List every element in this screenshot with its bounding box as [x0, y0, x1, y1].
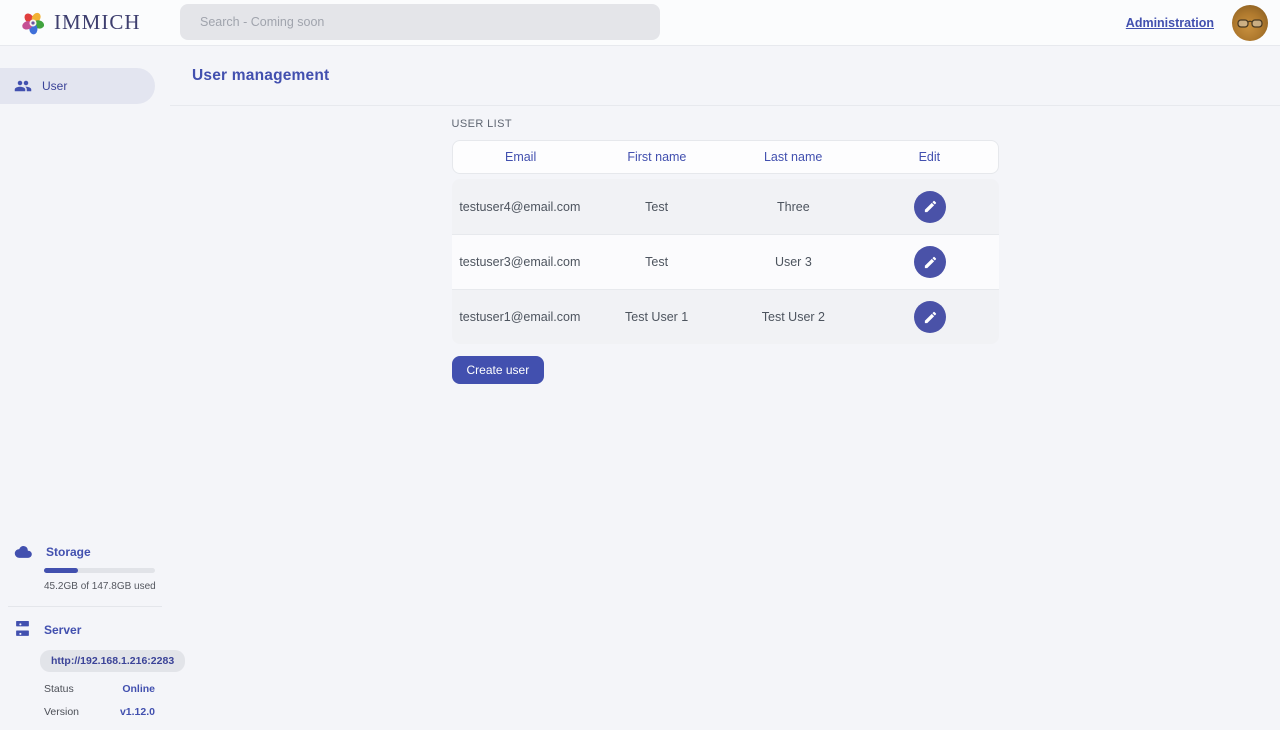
user-avatar[interactable] — [1232, 5, 1268, 41]
server-section-header: Server — [0, 621, 170, 638]
sidebar: User Storage 45.2GB of 147.8GB used — [0, 46, 170, 730]
cell-last-name: Three — [725, 200, 862, 214]
cloud-icon — [14, 542, 33, 561]
status-value: Online — [122, 683, 155, 695]
column-header-email: Email — [453, 150, 589, 164]
edit-user-button[interactable] — [914, 246, 946, 278]
version-label: Version — [44, 706, 79, 718]
pencil-icon — [923, 255, 938, 270]
cell-email: testuser1@email.com — [452, 310, 589, 324]
table-row: testuser1@email.com Test User 1 Test Use… — [452, 289, 999, 344]
storage-section-header: Storage — [0, 542, 170, 561]
server-icon — [14, 621, 31, 638]
cell-first-name: Test — [588, 255, 725, 269]
search-bar[interactable] — [180, 4, 660, 40]
user-table: testuser4@email.com Test Three testuser3… — [452, 179, 999, 344]
pencil-icon — [923, 310, 938, 325]
administration-link[interactable]: Administration — [1126, 16, 1214, 30]
storage-progress-bar — [44, 568, 155, 573]
immich-flower-icon — [20, 10, 46, 36]
edit-user-button[interactable] — [914, 191, 946, 223]
page-title: User management — [192, 67, 329, 85]
cell-first-name: Test — [588, 200, 725, 214]
server-title: Server — [44, 623, 81, 637]
user-list-label: USER LIST — [452, 118, 999, 130]
storage-usage-text: 45.2GB of 147.8GB used — [44, 581, 170, 592]
status-label: Status — [44, 683, 74, 695]
table-row: testuser3@email.com Test User 3 — [452, 234, 999, 289]
sidebar-item-user[interactable]: User — [0, 68, 155, 104]
edit-user-button[interactable] — [914, 301, 946, 333]
cell-email: testuser3@email.com — [452, 255, 589, 269]
sidebar-divider — [8, 606, 162, 607]
search-input[interactable] — [180, 15, 660, 29]
server-url-chip: http://192.168.1.216:2283 — [40, 650, 185, 672]
column-header-edit: Edit — [861, 150, 997, 164]
table-row: testuser4@email.com Test Three — [452, 179, 999, 234]
create-user-button[interactable]: Create user — [452, 356, 545, 384]
logo-wordmark: IMMICH — [54, 10, 141, 35]
immich-logo[interactable]: IMMICH — [0, 10, 141, 36]
version-value: v1.12.0 — [120, 706, 155, 718]
cell-last-name: Test User 2 — [725, 310, 862, 324]
column-header-last-name: Last name — [725, 150, 861, 164]
page-title-bar: User management — [170, 46, 1280, 106]
column-header-first-name: First name — [589, 150, 725, 164]
cell-email: testuser4@email.com — [452, 200, 589, 214]
user-table-header: Email First name Last name Edit — [452, 140, 999, 174]
pencil-icon — [923, 199, 938, 214]
top-bar: IMMICH Administration — [0, 0, 1280, 46]
users-icon — [14, 77, 32, 95]
server-version-row: Version v1.12.0 — [44, 706, 155, 718]
cell-first-name: Test User 1 — [588, 310, 725, 324]
cell-last-name: User 3 — [725, 255, 862, 269]
storage-progress-fill — [44, 568, 78, 573]
storage-title: Storage — [46, 545, 91, 559]
glasses-image — [1237, 17, 1263, 29]
server-status-row: Status Online — [44, 683, 155, 695]
main-content: User management USER LIST Email First na… — [170, 46, 1280, 730]
sidebar-item-label: User — [42, 79, 67, 93]
